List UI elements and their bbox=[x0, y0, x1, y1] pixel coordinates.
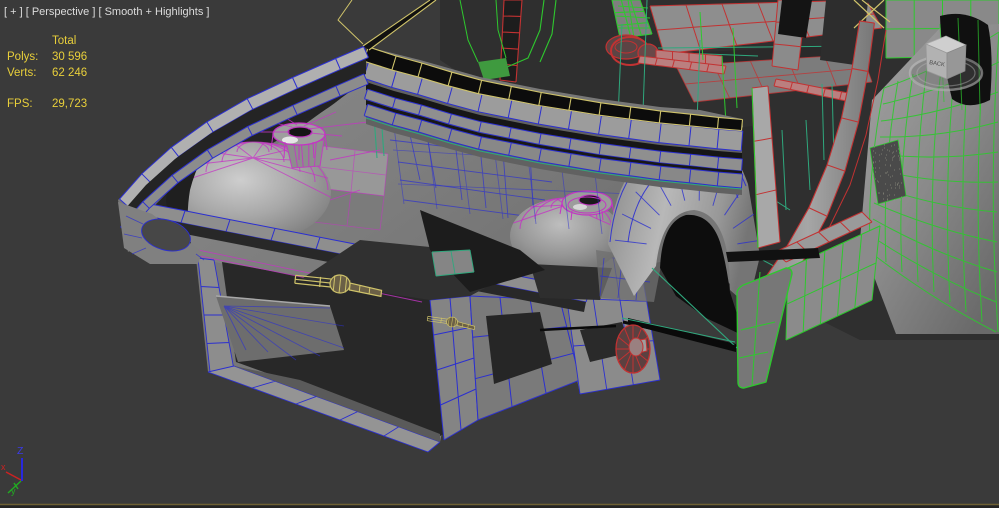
svg-text:Verts:: Verts: bbox=[7, 67, 36, 79]
svg-text:Total: Total bbox=[52, 35, 76, 47]
svg-text:Polys:: Polys: bbox=[7, 51, 38, 63]
svg-text:FPS:: FPS: bbox=[7, 98, 33, 110]
svg-text:Z: Z bbox=[17, 445, 24, 457]
svg-text:62 246: 62 246 bbox=[52, 67, 87, 79]
svg-text:x: x bbox=[1, 462, 6, 472]
svg-text:y: y bbox=[11, 486, 16, 496]
svg-text:29,723: 29,723 bbox=[52, 98, 87, 110]
svg-text:[ + ] [ Perspective ] [ Smooth: [ + ] [ Perspective ] [ Smooth + Highlig… bbox=[4, 6, 209, 18]
svg-text:30 596: 30 596 bbox=[52, 51, 87, 63]
